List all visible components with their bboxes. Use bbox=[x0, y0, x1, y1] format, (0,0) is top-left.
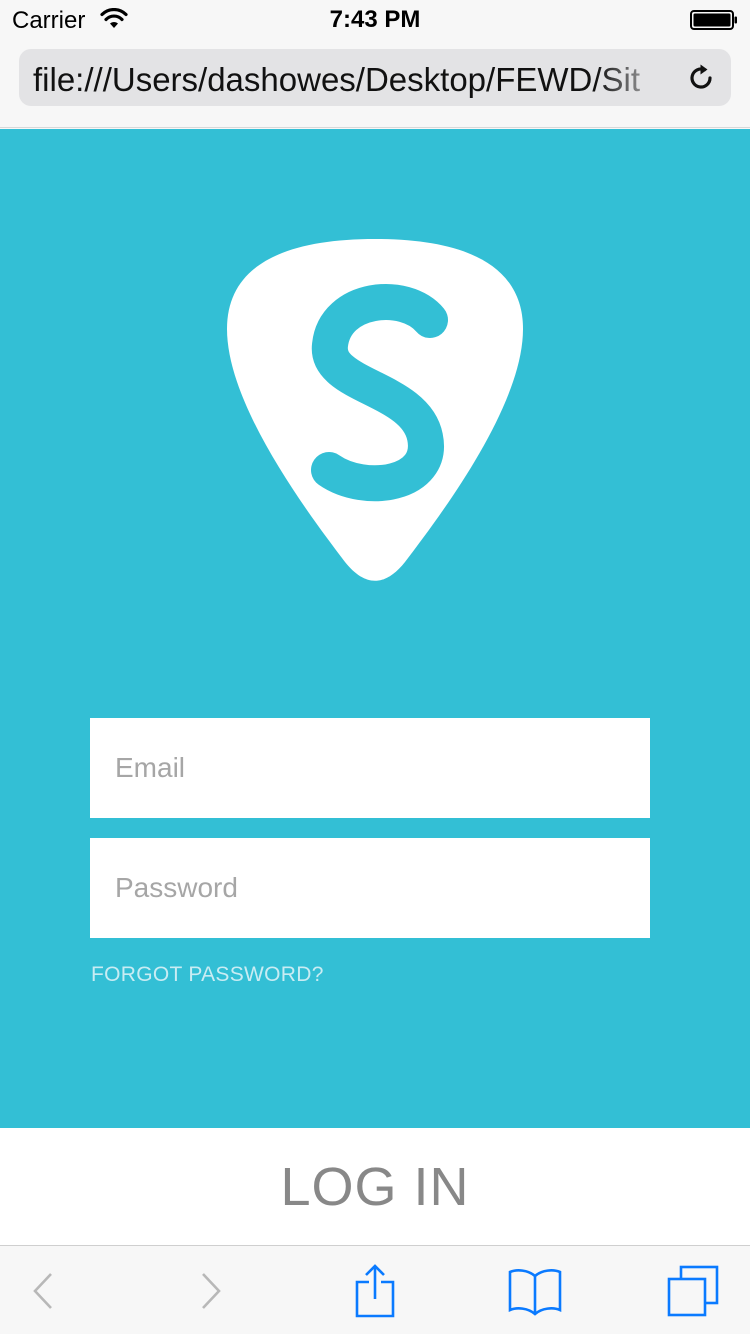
guitar-pick-s-logo bbox=[227, 239, 523, 581]
url-text[interactable]: file:///Users/dashowes/Desktop/FEWD/Sit bbox=[33, 61, 673, 99]
share-button[interactable] bbox=[332, 1246, 418, 1334]
battery-icon bbox=[690, 10, 737, 30]
browser-toolbar bbox=[0, 1245, 750, 1334]
tabs-button[interactable] bbox=[650, 1246, 736, 1334]
url-field[interactable]: file:///Users/dashowes/Desktop/FEWD/Sit bbox=[19, 49, 731, 106]
back-icon bbox=[33, 1272, 52, 1309]
forward-button[interactable] bbox=[168, 1246, 254, 1334]
reload-icon[interactable] bbox=[685, 62, 717, 94]
status-bar: Carrier 7:43 PM bbox=[0, 0, 750, 40]
password-field[interactable] bbox=[90, 838, 650, 938]
email-field[interactable] bbox=[90, 718, 650, 818]
status-time: 7:43 PM bbox=[329, 6, 421, 33]
back-button[interactable] bbox=[0, 1246, 86, 1334]
tabs-icon bbox=[667, 1265, 719, 1316]
bookmarks-icon bbox=[508, 1268, 562, 1316]
share-icon bbox=[355, 1263, 395, 1317]
bookmarks-button[interactable] bbox=[492, 1246, 578, 1334]
login-button-label: LOG IN bbox=[280, 1156, 470, 1217]
forgot-password-link[interactable]: FORGOT PASSWORD? bbox=[91, 963, 324, 987]
login-button[interactable]: LOG IN bbox=[0, 1128, 750, 1245]
browser-address-bar: file:///Users/dashowes/Desktop/FEWD/Sit bbox=[0, 40, 750, 128]
login-screen: FORGOT PASSWORD? bbox=[0, 129, 750, 1128]
forward-icon bbox=[202, 1272, 221, 1309]
